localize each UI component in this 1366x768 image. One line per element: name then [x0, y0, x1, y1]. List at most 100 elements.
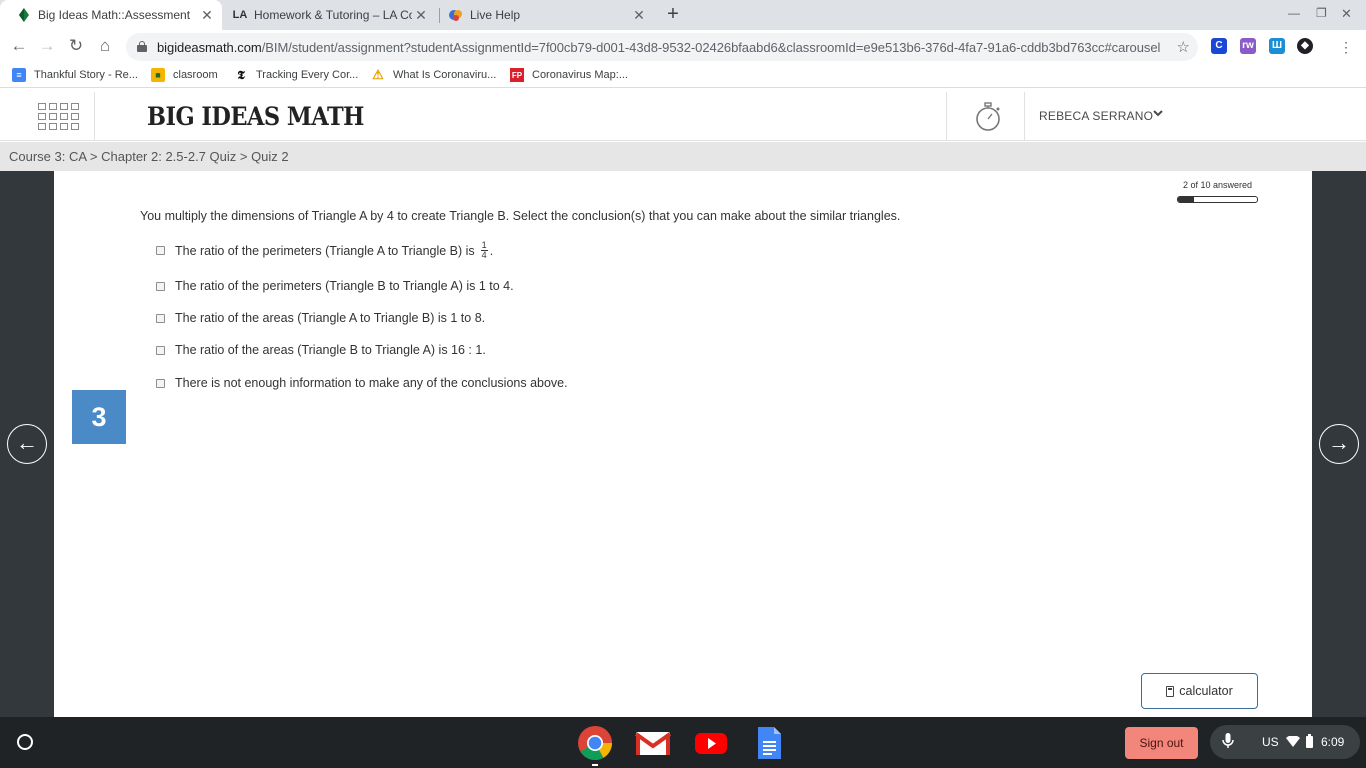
question-card: 2 of 10 answered You multiply the dimens… [72, 171, 1294, 717]
google-docs-icon: ≡ [12, 68, 26, 82]
breadcrumb[interactable]: Course 3: CA > Chapter 2: 2.5-2.7 Quiz >… [9, 149, 289, 164]
bookmark-what-is-coronavirus[interactable]: ⚠ What Is Coronaviru... [371, 67, 497, 82]
answer-option[interactable]: The ratio of the areas (Triangle A to Tr… [156, 311, 485, 325]
calculator-icon [1166, 685, 1175, 697]
site-header: BIG IDEAS MATH REBECA SERRANO [0, 92, 1366, 141]
option-suffix: . [489, 243, 494, 258]
apps-grid-icon[interactable] [38, 103, 79, 131]
user-menu[interactable]: REBECA SERRANO [1039, 109, 1153, 123]
progress-label: 2 of 10 answered [1182, 180, 1252, 190]
nytimes-icon: 𝕿 [237, 67, 245, 82]
assessment-stage: ← → 2 of 10 answered You multiply the di… [0, 171, 1366, 717]
fp-icon: FP [510, 68, 524, 82]
new-tab-button[interactable]: + [662, 3, 684, 25]
bookmarks-bar: ≡ Thankful Story - Re... ■ clasroom 𝕿 Tr… [0, 63, 1366, 88]
close-window-icon[interactable]: ✕ [1341, 6, 1352, 22]
launcher-icon[interactable] [17, 734, 33, 750]
restore-icon[interactable]: ❐ [1316, 6, 1327, 20]
answer-option[interactable]: The ratio of the perimeters (Triangle B … [156, 279, 514, 293]
extension-c-icon[interactable]: C [1211, 38, 1227, 54]
extension-iu-icon[interactable]: Ш [1269, 38, 1285, 54]
home-icon[interactable]: ⌂ [95, 36, 115, 56]
chrome-app-icon[interactable] [577, 725, 613, 761]
bookmark-label: Tracking Every Cor... [256, 69, 359, 81]
option-text: The ratio of the areas (Triangle B to Tr… [175, 343, 486, 357]
youtube-app-icon[interactable] [693, 725, 729, 761]
breadcrumb-bar: Course 3: CA > Chapter 2: 2.5-2.7 Quiz >… [0, 142, 1366, 171]
answer-checkbox[interactable] [156, 246, 165, 255]
header-divider [1024, 92, 1025, 141]
browser-tabstrip: Big Ideas Math::Assessment ✕ LA Homework… [0, 0, 1366, 30]
back-icon[interactable]: ← [9, 36, 29, 56]
reload-icon[interactable]: ↻ [66, 36, 86, 56]
calculator-button[interactable]: calculator [1141, 673, 1258, 709]
bookmark-label: Coronavirus Map:... [532, 69, 628, 81]
bookmark-tracking[interactable]: 𝕿 Tracking Every Cor... [234, 68, 358, 82]
forward-icon[interactable]: → [37, 36, 57, 56]
tab-title: Homework & Tutoring – LA Cou [254, 8, 412, 22]
close-tab-icon[interactable]: ✕ [630, 7, 648, 24]
bookmark-star-icon[interactable]: ☆ [1177, 38, 1190, 56]
bookmark-label: Thankful Story - Re... [34, 69, 138, 81]
address-bar[interactable]: bigideasmath.com/BIM/student/assignment?… [126, 33, 1198, 61]
wifi-icon [1286, 735, 1300, 750]
answer-option[interactable]: The ratio of the perimeters (Triangle A … [156, 241, 493, 260]
tab-homework-tutoring[interactable]: LA Homework & Tutoring – LA Cou ✕ [216, 0, 436, 30]
close-tab-icon[interactable]: ✕ [412, 7, 430, 24]
next-question-button[interactable]: → [1319, 424, 1359, 464]
google-docs-app-icon[interactable] [751, 725, 787, 761]
fraction-denominator: 4 [481, 250, 487, 260]
answer-checkbox[interactable] [156, 281, 165, 291]
previous-question-button[interactable]: ← [7, 424, 47, 464]
big-ideas-leaf-icon [16, 7, 32, 23]
answer-option[interactable]: The ratio of the areas (Triangle B to Tr… [156, 343, 486, 357]
url-host: bigideasmath.com [157, 40, 262, 55]
tab-live-help[interactable]: Live Help ✕ [432, 0, 654, 30]
keyboard-layout: US [1262, 735, 1279, 749]
progress-bar [1177, 196, 1258, 203]
sign-out-button[interactable]: Sign out [1125, 727, 1198, 759]
gmail-app-icon[interactable] [634, 725, 672, 761]
tab-big-ideas-math[interactable]: Big Ideas Math::Assessment ✕ [0, 0, 222, 30]
google-classroom-icon: ■ [151, 68, 165, 82]
calculator-label: calculator [1179, 684, 1233, 698]
answer-checkbox[interactable] [156, 345, 165, 355]
header-divider [946, 92, 947, 141]
lock-icon [137, 41, 147, 52]
bookmark-clasroom[interactable]: ■ clasroom [151, 68, 218, 82]
minimize-icon[interactable]: — [1288, 6, 1300, 20]
tab-title: Live Help [470, 8, 521, 22]
url-text[interactable]: bigideasmath.com/BIM/student/assignment?… [157, 40, 1160, 55]
stopwatch-icon[interactable] [975, 102, 1001, 132]
bookmark-coronavirus-map[interactable]: FP Coronavirus Map:... [510, 68, 628, 82]
question-text: You multiply the dimensions of Triangle … [140, 209, 901, 223]
chrome-menu-icon[interactable]: ⋮ [1336, 37, 1356, 57]
progress-fill [1178, 197, 1194, 202]
url-path: /BIM/student/assignment?studentAssignmen… [261, 40, 1161, 55]
header-divider [94, 92, 95, 141]
running-indicator [592, 764, 598, 766]
answer-checkbox[interactable] [156, 313, 165, 323]
live-help-icon [448, 7, 464, 23]
microphone-icon[interactable] [1222, 733, 1234, 752]
bookmark-label: clasroom [173, 69, 218, 81]
site-logo: BIG IDEAS MATH [147, 102, 364, 131]
clock: 6:09 [1321, 735, 1345, 749]
option-text: The ratio of the areas (Triangle A to Tr… [175, 311, 486, 325]
fraction: 1 4 [480, 241, 488, 260]
option-text: There is not enough information to make … [175, 376, 568, 390]
bookmark-label: What Is Coronaviru... [393, 69, 497, 81]
option-text: The ratio of the perimeters (Triangle B … [175, 279, 514, 293]
extension-puzzle-icon[interactable]: rw [1240, 38, 1256, 54]
answer-option[interactable]: There is not enough information to make … [156, 376, 568, 390]
browser-toolbar: ← → ↻ ⌂ bigideasmath.com/BIM/student/ass… [0, 30, 1366, 63]
bookmark-thankful-story[interactable]: ≡ Thankful Story - Re... [12, 68, 138, 82]
status-tray[interactable]: US 6:09 [1210, 725, 1360, 759]
close-tab-icon[interactable]: ✕ [198, 7, 216, 24]
extension-spy-icon[interactable]: ◆ [1297, 38, 1313, 54]
battery-icon [1306, 734, 1313, 751]
la-logo-icon: LA [232, 9, 248, 21]
chevron-down-icon[interactable] [1153, 108, 1163, 121]
answer-checkbox[interactable] [156, 378, 165, 388]
warning-icon: ⚠ [372, 67, 384, 82]
